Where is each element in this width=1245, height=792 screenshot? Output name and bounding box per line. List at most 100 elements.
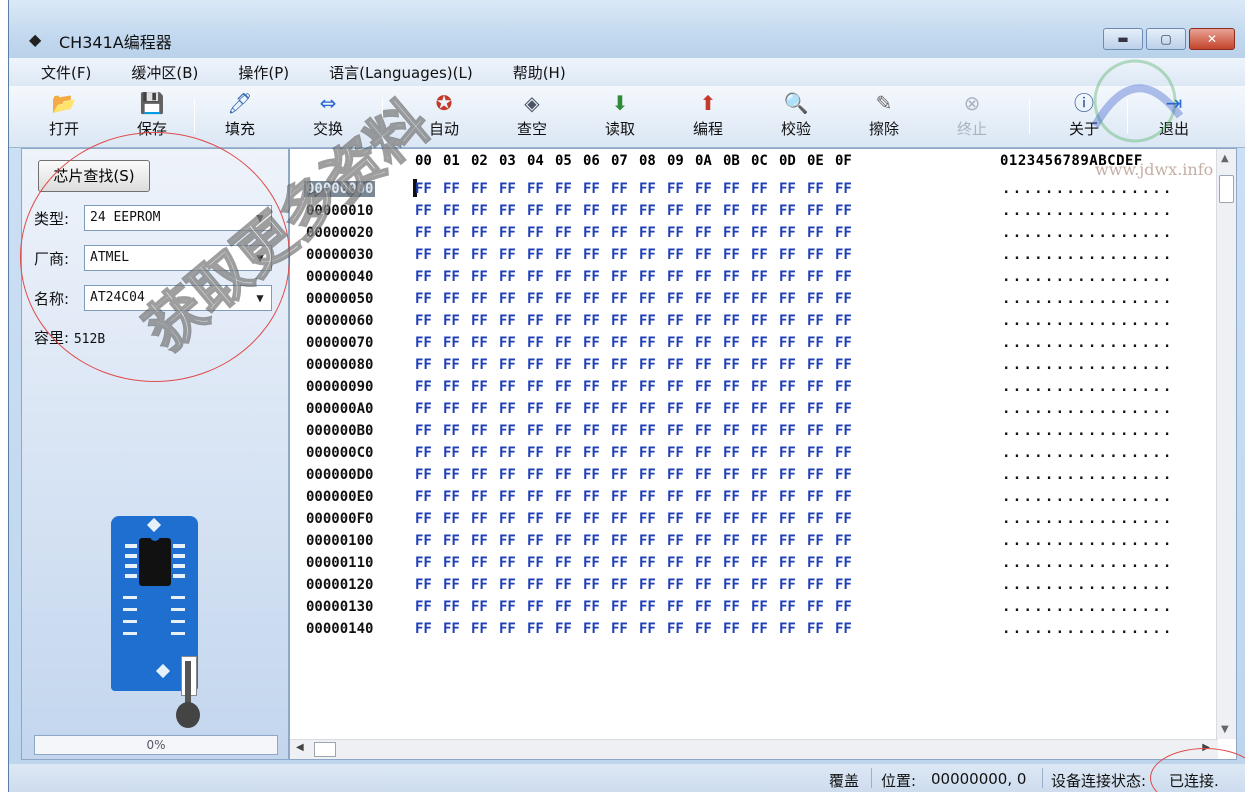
byte-cell[interactable]: FF (583, 445, 611, 461)
byte-cell[interactable]: FF (695, 181, 723, 197)
toolbar-program-button[interactable]: ⬆ 编程 (673, 90, 743, 139)
byte-cell[interactable]: FF (499, 511, 527, 527)
byte-cell[interactable]: FF (471, 533, 499, 549)
byte-cell[interactable]: FF (779, 291, 807, 307)
byte-cell[interactable]: FF (807, 489, 835, 505)
byte-cell[interactable]: FF (611, 467, 639, 483)
row-bytes[interactable]: FF FF FF FF FF FF FF FF FF FF FF FF FF FF FF FF (415, 313, 863, 329)
byte-cell[interactable]: FF (723, 203, 751, 219)
byte-cell[interactable]: FF (779, 247, 807, 263)
byte-cell[interactable]: FF (667, 357, 695, 373)
row-bytes[interactable]: FF FF FF FF FF FF FF FF FF FF FF FF FF FF FF FF (415, 291, 863, 307)
byte-cell[interactable]: FF (527, 621, 555, 637)
row-bytes[interactable]: FF FF FF FF FF FF FF FF FF FF FF FF FF FF FF FF (415, 401, 863, 417)
byte-cell[interactable]: FF (639, 533, 667, 549)
byte-cell[interactable]: FF (583, 335, 611, 351)
byte-cell[interactable]: FF (723, 181, 751, 197)
byte-cell[interactable]: FF (471, 621, 499, 637)
byte-cell[interactable]: FF (443, 533, 471, 549)
byte-cell[interactable]: FF (443, 577, 471, 593)
byte-cell[interactable]: FF (723, 577, 751, 593)
byte-cell[interactable]: FF (499, 423, 527, 439)
byte-cell[interactable]: FF (667, 467, 695, 483)
byte-cell[interactable]: FF (723, 291, 751, 307)
byte-cell[interactable]: FF (807, 401, 835, 417)
byte-cell[interactable]: FF (723, 621, 751, 637)
byte-cell[interactable]: FF (835, 423, 863, 439)
byte-cell[interactable]: FF (779, 313, 807, 329)
byte-cell[interactable]: FF (835, 577, 863, 593)
byte-cell[interactable]: FF (415, 599, 443, 615)
hex-row[interactable]: 00000090 FF FF FF FF FF FF FF FF FF FF FF FF FF FF FF FF… (290, 377, 1218, 399)
byte-cell[interactable]: FF (527, 203, 555, 219)
byte-cell[interactable]: FF (723, 357, 751, 373)
row-bytes[interactable]: FF FF FF FF FF FF FF FF FF FF FF FF FF FF FF FF (415, 269, 863, 285)
byte-cell[interactable]: FF (779, 599, 807, 615)
row-ascii[interactable]: ................ (1002, 445, 1174, 461)
byte-cell[interactable]: FF (527, 379, 555, 395)
byte-cell[interactable]: FF (499, 533, 527, 549)
row-bytes[interactable]: FF FF FF FF FF FF FF FF FF FF FF FF FF FF FF FF (415, 445, 863, 461)
byte-cell[interactable]: FF (807, 379, 835, 395)
minimize-button[interactable]: ▬ (1103, 28, 1143, 50)
byte-cell[interactable]: FF (611, 489, 639, 505)
row-bytes[interactable]: FF FF FF FF FF FF FF FF FF FF FF FF FF FF FF FF (415, 577, 863, 593)
byte-cell[interactable]: FF (471, 181, 499, 197)
byte-cell[interactable]: FF (471, 401, 499, 417)
row-ascii[interactable]: ................ (1002, 599, 1174, 615)
byte-cell[interactable]: FF (443, 247, 471, 263)
scroll-thumb[interactable] (1219, 175, 1234, 203)
byte-cell[interactable]: FF (695, 423, 723, 439)
byte-cell[interactable]: FF (499, 335, 527, 351)
hex-row[interactable]: 00000080 FF FF FF FF FF FF FF FF FF FF FF FF FF FF FF FF… (290, 355, 1218, 377)
byte-cell[interactable]: FF (499, 379, 527, 395)
byte-cell[interactable]: FF (835, 621, 863, 637)
byte-cell[interactable]: FF (527, 511, 555, 527)
byte-cell[interactable]: FF (695, 379, 723, 395)
byte-cell[interactable]: FF (751, 225, 779, 241)
byte-cell[interactable]: FF (751, 181, 779, 197)
byte-cell[interactable]: FF (779, 269, 807, 285)
maximize-button[interactable]: ▢ (1146, 28, 1186, 50)
toolbar-verify-button[interactable]: 🔍 校验 (761, 90, 831, 139)
byte-cell[interactable]: FF (695, 577, 723, 593)
byte-cell[interactable]: FF (723, 335, 751, 351)
byte-cell[interactable]: FF (555, 621, 583, 637)
byte-cell[interactable]: FF (499, 225, 527, 241)
byte-cell[interactable]: FF (639, 291, 667, 307)
byte-cell[interactable]: FF (611, 511, 639, 527)
byte-cell[interactable]: FF (639, 181, 667, 197)
byte-cell[interactable]: FF (779, 445, 807, 461)
byte-cell[interactable]: FF (779, 489, 807, 505)
byte-cell[interactable]: FF (695, 203, 723, 219)
chevron-down-icon[interactable]: ▼ (249, 246, 271, 270)
byte-cell[interactable]: FF (835, 203, 863, 219)
byte-cell[interactable]: FF (751, 555, 779, 571)
byte-cell[interactable]: FF (807, 533, 835, 549)
byte-cell[interactable]: FF (807, 599, 835, 615)
byte-cell[interactable]: FF (499, 401, 527, 417)
byte-cell[interactable]: FF (415, 357, 443, 373)
horizontal-scrollbar[interactable]: ◀ ▶ (290, 739, 1218, 759)
byte-cell[interactable]: FF (695, 621, 723, 637)
byte-cell[interactable]: FF (835, 379, 863, 395)
toolbar-read-button[interactable]: ⬇ 读取 (585, 90, 655, 139)
byte-cell[interactable]: FF (807, 313, 835, 329)
byte-cell[interactable]: FF (667, 489, 695, 505)
byte-cell[interactable]: FF (779, 401, 807, 417)
byte-cell[interactable]: FF (471, 423, 499, 439)
byte-cell[interactable]: FF (751, 467, 779, 483)
byte-cell[interactable]: FF (723, 313, 751, 329)
byte-cell[interactable]: FF (583, 533, 611, 549)
hex-row[interactable]: 00000050 FF FF FF FF FF FF FF FF FF FF FF FF FF FF FF FF… (290, 289, 1218, 311)
byte-cell[interactable]: FF (527, 401, 555, 417)
row-bytes[interactable]: FF FF FF FF FF FF FF FF FF FF FF FF FF FF FF FF (415, 335, 863, 351)
byte-cell[interactable]: FF (751, 577, 779, 593)
byte-cell[interactable]: FF (415, 313, 443, 329)
byte-cell[interactable]: FF (443, 511, 471, 527)
byte-cell[interactable]: FF (527, 181, 555, 197)
byte-cell[interactable]: FF (695, 401, 723, 417)
byte-cell[interactable]: FF (555, 577, 583, 593)
row-ascii[interactable]: ................ (1002, 401, 1174, 417)
byte-cell[interactable]: FF (527, 599, 555, 615)
